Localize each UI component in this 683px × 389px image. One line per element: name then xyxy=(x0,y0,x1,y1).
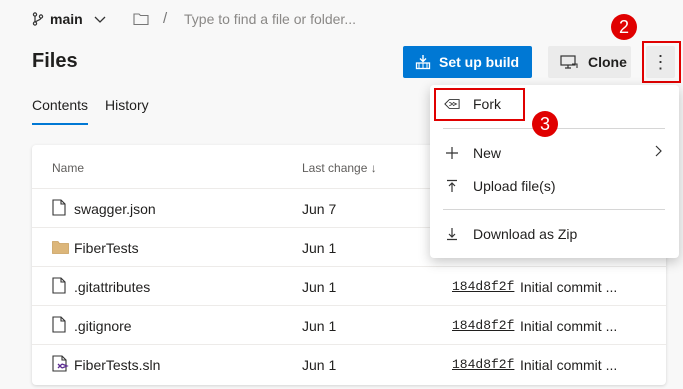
chevron-right-icon xyxy=(653,144,663,161)
plus-icon xyxy=(444,145,460,161)
top-bar: main / Type to find a file or folder... xyxy=(0,0,683,40)
table-row[interactable]: FiberTests.sln Jun 1 184d8f2f Initial co… xyxy=(32,345,666,384)
folder-icon[interactable] xyxy=(133,12,149,26)
file-name[interactable]: FiberTests.sln xyxy=(74,357,160,373)
tab-bar: Contents History xyxy=(32,97,149,125)
table-row[interactable]: .gitattributes Jun 1 184d8f2f Initial co… xyxy=(32,267,666,306)
clone-label: Clone xyxy=(588,54,627,70)
highlight-box-more xyxy=(642,41,681,83)
set-up-build-button[interactable]: Set up build xyxy=(403,46,532,78)
column-header-name[interactable]: Name xyxy=(52,161,84,175)
file-name[interactable]: .gitattributes xyxy=(74,279,150,295)
menu-item-upload[interactable]: Upload file(s) xyxy=(430,171,679,201)
commit-message: Initial commit ... xyxy=(520,279,618,295)
last-change-date: Jun 7 xyxy=(302,201,337,217)
highlight-box-fork xyxy=(434,88,525,121)
commit-link[interactable]: 184d8f2f xyxy=(452,279,514,294)
tab-history[interactable]: History xyxy=(105,97,149,125)
menu-divider xyxy=(443,209,665,210)
commit-message: Initial commit ... xyxy=(520,357,618,373)
menu-item-new[interactable]: New xyxy=(430,138,679,168)
commit-message: Initial commit ... xyxy=(520,318,618,334)
clone-button[interactable]: Clone xyxy=(548,46,631,78)
tab-contents[interactable]: Contents xyxy=(32,97,89,125)
branch-icon xyxy=(32,12,44,26)
download-icon xyxy=(444,226,460,242)
menu-item-label: Upload file(s) xyxy=(473,178,556,194)
branch-name: main xyxy=(50,11,83,27)
page-title: Files xyxy=(32,50,78,72)
commit-link[interactable]: 184d8f2f xyxy=(452,357,514,372)
last-change-date: Jun 1 xyxy=(302,318,337,334)
solution-file-icon xyxy=(52,355,69,372)
breadcrumb-separator: / xyxy=(163,10,168,27)
file-icon xyxy=(52,199,66,216)
branch-selector[interactable]: main xyxy=(32,11,107,27)
folder-icon xyxy=(52,241,69,254)
last-change-date: Jun 1 xyxy=(302,357,337,373)
set-up-build-label: Set up build xyxy=(439,54,520,70)
step-badge-2: 2 xyxy=(611,14,637,40)
file-icon xyxy=(52,316,66,333)
table-row[interactable]: .gitignore Jun 1 184d8f2f Initial commit… xyxy=(32,306,666,345)
menu-item-download-zip[interactable]: Download as Zip xyxy=(430,219,679,249)
upload-icon xyxy=(444,178,460,194)
chevron-down-icon xyxy=(94,16,106,23)
step-badge-3: 3 xyxy=(532,111,558,137)
file-name[interactable]: swagger.json xyxy=(74,201,156,217)
file-icon xyxy=(52,277,66,294)
file-name[interactable]: .gitignore xyxy=(74,318,132,334)
last-change-date: Jun 1 xyxy=(302,240,337,256)
file-name[interactable]: FiberTests xyxy=(74,240,139,256)
commit-link[interactable]: 184d8f2f xyxy=(452,318,514,333)
last-change-date: Jun 1 xyxy=(302,279,337,295)
monitor-icon xyxy=(560,55,578,69)
menu-item-label: New xyxy=(473,145,502,161)
path-search-input[interactable]: Type to find a file or folder... xyxy=(184,11,356,27)
column-header-last-change[interactable]: Last change ↓ xyxy=(302,161,377,175)
build-icon xyxy=(415,55,431,70)
menu-item-label: Download as Zip xyxy=(473,226,578,242)
